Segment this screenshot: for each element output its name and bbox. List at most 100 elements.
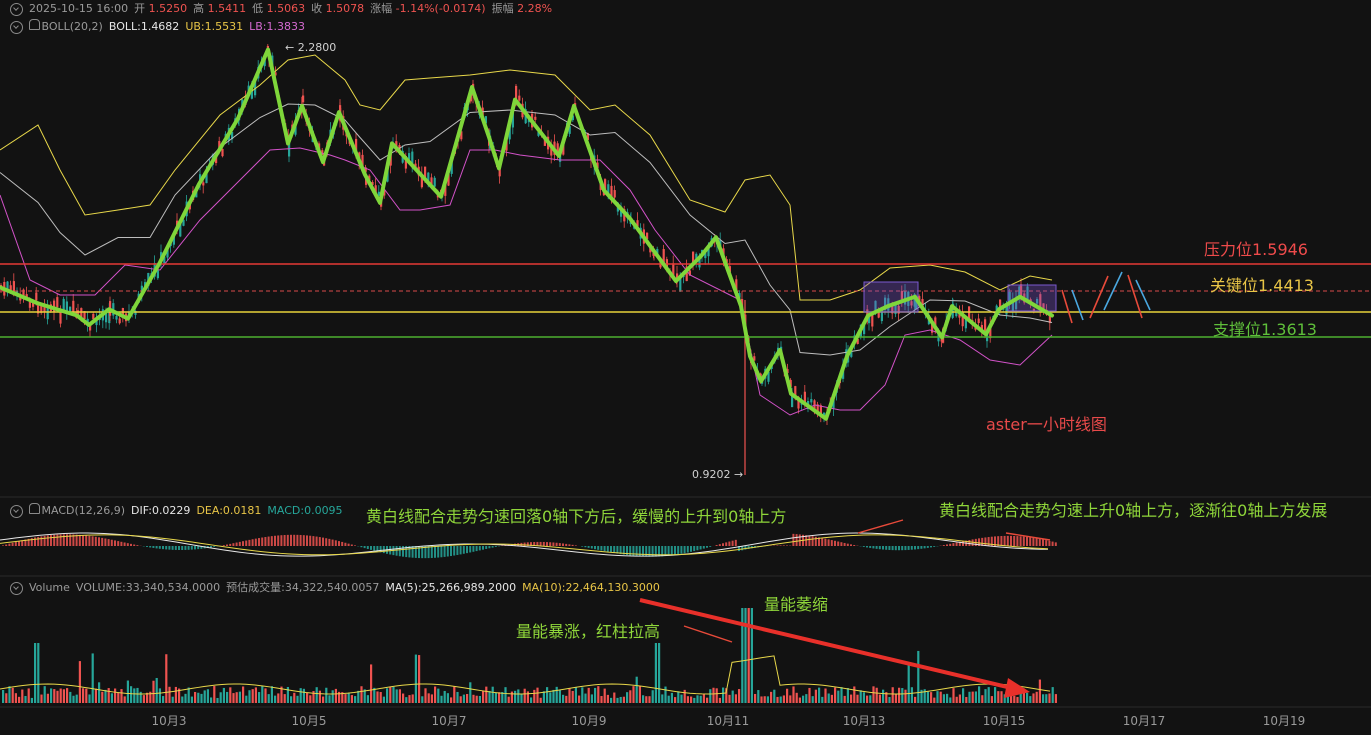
- macd-bar: [251, 539, 254, 546]
- macd-bar: [50, 535, 52, 546]
- boll-legend: BOLL(20,2) BOLL:1.4682 UB:1.5531 LB:1.38…: [0, 18, 305, 36]
- volume-ma10: MA(10):22,464,130.3000: [522, 581, 660, 594]
- volume-bar: [376, 691, 379, 703]
- volume-bar: [14, 693, 17, 703]
- volume-bar: [11, 687, 14, 703]
- macd-bar: [1019, 536, 1022, 546]
- macd-bar: [885, 546, 888, 550]
- volume-bar: [181, 696, 184, 703]
- volume-bar: [466, 693, 469, 703]
- volume-bar: [1054, 694, 1057, 703]
- volume-bar: [949, 697, 952, 703]
- macd-bar: [542, 541, 545, 546]
- volume-bar: [270, 686, 273, 703]
- macd-bar: [459, 546, 462, 555]
- volume-bar: [1016, 696, 1019, 703]
- volume-bar: [18, 696, 21, 703]
- volume-bar: [702, 694, 705, 703]
- macd-bar: [930, 546, 932, 548]
- volume-bar: [123, 696, 126, 703]
- macd-bar: [277, 535, 280, 546]
- collapse-icon[interactable]: [10, 504, 23, 518]
- volume-bar: [222, 687, 225, 703]
- volume-bar: [165, 654, 168, 703]
- volume-bar: [462, 694, 465, 703]
- macd-bar: [1038, 538, 1041, 546]
- macd-bar: [734, 539, 737, 546]
- volume-bar: [683, 689, 686, 703]
- macd-bar: [917, 546, 920, 550]
- volume-bar: [168, 686, 171, 703]
- volume-bar: [53, 689, 56, 703]
- volume-bar: [62, 689, 65, 703]
- volume-bar: [674, 697, 677, 703]
- macd-bar: [904, 546, 907, 551]
- macd-bar: [299, 534, 302, 546]
- volume-bar: [171, 696, 174, 703]
- macd-bar: [792, 533, 795, 546]
- volume-bar: [776, 696, 779, 703]
- volume-bar: [523, 688, 526, 703]
- volume-bar: [856, 694, 859, 703]
- macd-bar: [245, 540, 248, 546]
- macd-bar: [872, 546, 875, 549]
- macd-bar: [683, 546, 686, 554]
- high-price-marker: ← 2.2800: [285, 41, 337, 54]
- volume-bar: [632, 686, 635, 703]
- volume-bar: [142, 695, 145, 703]
- macd-bar: [837, 541, 840, 546]
- macd-bar: [165, 546, 168, 550]
- macd-bar: [779, 545, 782, 546]
- macd-bar: [805, 535, 808, 546]
- volume-bar: [274, 695, 277, 703]
- volume-bar: [686, 696, 689, 703]
- macd-bar: [2, 545, 4, 546]
- macd-bar: [360, 546, 363, 548]
- macd-bar: [1032, 537, 1035, 546]
- volume-bar: [546, 687, 549, 703]
- collapse-icon[interactable]: [10, 581, 23, 595]
- macd-bar: [696, 546, 699, 551]
- volume-bar: [606, 694, 609, 703]
- volume-bar: [488, 690, 491, 703]
- low-price-marker: 0.9202 →: [692, 468, 744, 481]
- volume-bar: [354, 696, 357, 703]
- volume-bar: [446, 693, 449, 703]
- open-label: 开: [134, 2, 146, 15]
- macd-bar: [37, 536, 40, 546]
- macd-bar: [222, 545, 225, 546]
- key-level-label: 关键位1.4413: [1210, 276, 1314, 295]
- collapse-icon[interactable]: [10, 20, 23, 34]
- macd-bar: [955, 542, 958, 546]
- volume-bar: [485, 686, 488, 703]
- macd-bar: [478, 546, 481, 551]
- volume-bar: [779, 696, 782, 703]
- candle-body: [810, 399, 813, 403]
- macd-bar: [488, 546, 491, 549]
- chart-canvas: [0, 44, 1371, 708]
- volume-bar: [802, 695, 805, 703]
- macd-bar: [242, 541, 244, 546]
- volume-bar: [555, 686, 558, 703]
- collapse-icon[interactable]: [10, 2, 23, 16]
- volume-bar: [373, 687, 376, 703]
- macd-bar: [270, 536, 273, 546]
- volume-bar: [418, 655, 421, 703]
- volume-bar: [190, 696, 193, 703]
- volume-bar: [110, 693, 113, 703]
- bell-icon[interactable]: [29, 503, 40, 514]
- projection-stroke: [1061, 289, 1073, 324]
- macd-bar: [699, 546, 702, 550]
- volume-bar: [1013, 695, 1016, 703]
- bell-icon[interactable]: [29, 19, 40, 30]
- macd-bar: [811, 536, 814, 546]
- macd-bar: [565, 543, 568, 546]
- high-value: 1.5411: [207, 2, 247, 15]
- volume-bar: [658, 643, 661, 703]
- volume-name: Volume: [29, 581, 70, 594]
- macd-bar: [853, 545, 856, 546]
- close-value: 1.5078: [325, 2, 365, 15]
- volume-bar: [1045, 694, 1048, 703]
- volume-bar: [901, 688, 904, 703]
- macd-bar: [667, 546, 670, 556]
